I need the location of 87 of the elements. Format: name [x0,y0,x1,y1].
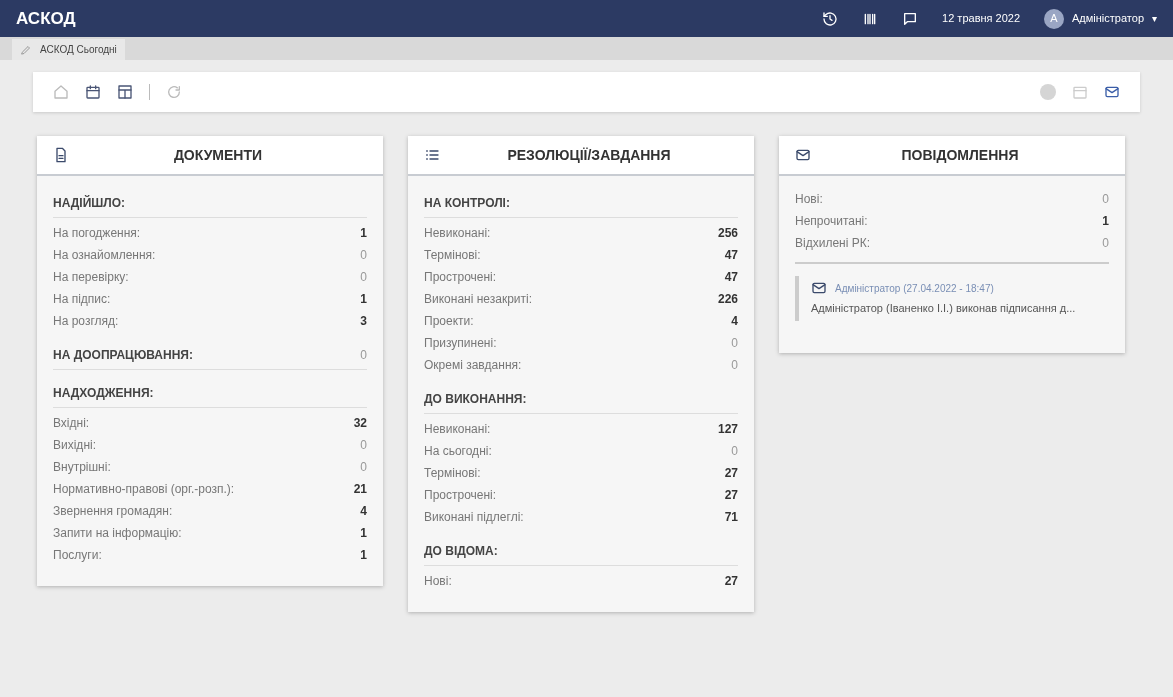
app-title: АСКОД [16,7,77,30]
row-value: 27 [724,487,738,504]
home-icon [53,84,69,100]
row-value: 226 [717,291,738,308]
row-label: Прострочені: [424,269,497,286]
row-label: Нові: [795,191,823,208]
row-label: Невиконані: [424,421,491,438]
row-value: 0 [731,443,738,460]
date-label: 12 травня 2022 [942,11,1021,27]
row-label: Окремі завдання: [424,357,522,374]
row-value: 1 [360,525,367,542]
row-label: Проекти: [424,313,474,330]
message-item[interactable]: Адміністратор (27.04.2022 - 18:47) Адміністратор (Іваненко І.І.) виконав підписання д... [795,276,1109,321]
row-label: Запити на інформацію: [53,525,182,542]
message-text: Адміністратор (Іваненко І.І.) виконав підписання д... [811,301,1077,316]
row-value: 27 [724,573,738,590]
row-value: 3 [360,313,367,330]
row-label: Нормативно-правові (орг.-розп.): [53,481,235,498]
row-label: Внутрішні: [53,459,111,476]
row-label: На розгляд: [53,313,119,330]
row-label: Нові: [424,573,452,590]
section-heading: НАДІЙШЛО: [53,194,126,212]
row-value: 0 [1102,235,1109,252]
row-value: 0 [731,335,738,352]
row-value: 1 [360,225,367,242]
row-label: Вхідні: [53,415,90,432]
mail-icon [795,147,811,163]
row-value: 21 [353,481,367,498]
section-heading: НА КОНТРОЛІ: [424,194,510,212]
row-label: Вихідні: [53,437,96,454]
row-label: Невиконані: [424,225,491,242]
pen-icon [20,43,32,56]
row-value: 0 [360,437,367,454]
caret-icon[interactable]: ▾ [1152,11,1157,26]
row-value: 1 [360,291,367,308]
row-value: 4 [731,313,738,330]
row-value: 1 [360,547,367,564]
row-value: 127 [717,421,738,438]
card-title: ПОВІДОМЛЕННЯ [900,145,1020,165]
row-value: 0 [1102,191,1109,208]
section-heading: НАДХОДЖЕННЯ: [53,384,154,402]
row-label: Прострочені: [424,487,497,504]
row-value: 256 [717,225,738,242]
row-label: Термінові: [424,247,481,264]
row-label: Звернення громадян: [53,503,173,520]
calendar-icon [1072,84,1088,100]
row-label: На погодження: [53,225,141,242]
document-icon [53,147,69,163]
row-value: 32 [353,415,367,432]
row-value: 0 [360,247,367,264]
chat-icon [902,10,919,27]
row-value: 0 [731,357,738,374]
mail-icon [1104,84,1120,100]
row-label: На ознайомлення: [53,247,156,264]
row-value: 0 [360,269,367,286]
section-heading: НА ДООПРАЦЮВАННЯ: [53,346,193,364]
row-label: На перевірку: [53,269,129,286]
row-label: Непрочитані: [795,213,868,230]
row-label: Виконані підлеглі: [424,509,524,526]
tab[interactable]: АСКОД Сьогодні [12,39,125,60]
message-sender: Адміністратор (27.04.2022 - 18:47) [835,281,994,296]
card-title: РЕЗОЛЮЦІЇ/ЗАВДАННЯ [506,145,672,165]
refresh-icon [166,84,182,100]
row-label: На підпис: [53,291,111,308]
layout-icon [117,84,133,100]
calendar-icon [85,84,101,100]
row-value: 1 [1102,213,1109,230]
section-heading: ДО ВИКОНАННЯ: [424,390,527,408]
row-value: 27 [724,465,738,482]
history-icon [822,10,839,27]
section-heading: ДО ВІДОМА: [424,542,498,560]
mail-icon [811,280,827,296]
row-value: 47 [724,247,738,264]
row-label: Послуги: [53,547,102,564]
section-value: 0 [360,346,367,364]
card-title: ДОКУМЕНТИ [172,145,264,165]
row-label: Термінові: [424,465,481,482]
row-label: Виконані незакриті: [424,291,533,308]
row-label: Відхилені РК: [795,235,870,252]
user-name[interactable]: Адміністратор [1072,10,1144,27]
row-value: 71 [724,509,738,526]
row-value: 0 [360,459,367,476]
list-icon [424,147,440,163]
row-label: Призупинені: [424,335,497,352]
row-label: На сьогодні: [424,443,492,460]
row-value: 4 [360,503,367,520]
row-value: 47 [724,269,738,286]
